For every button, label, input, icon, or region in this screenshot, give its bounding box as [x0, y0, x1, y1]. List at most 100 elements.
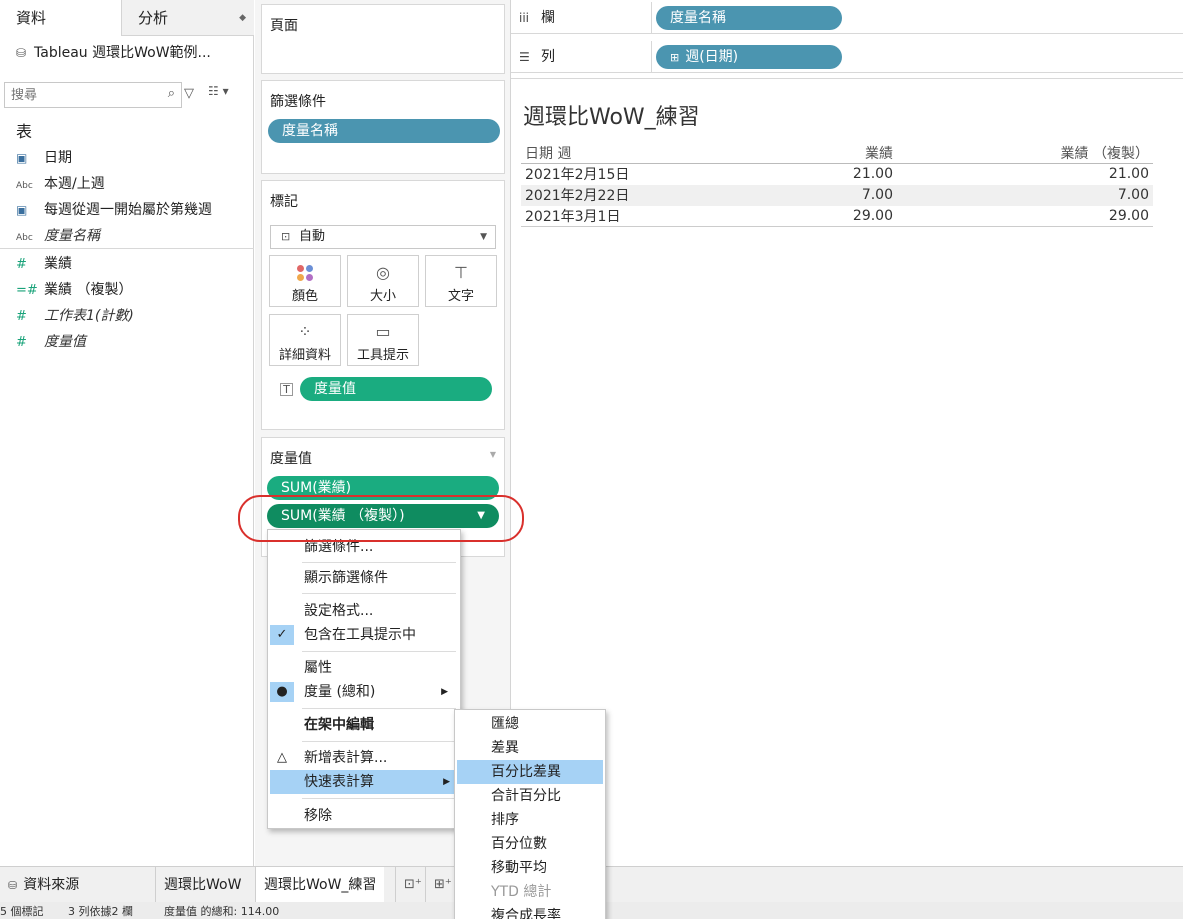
value-cell[interactable]: 7.00	[731, 184, 897, 206]
filters-card[interactable]: 篩選條件 度量名稱	[261, 80, 505, 174]
marks-card-title: 標記	[270, 194, 298, 210]
field-item[interactable]: Abc 本週/上週	[16, 171, 252, 197]
calc-number-type-icon: =#	[16, 283, 38, 298]
submenu-item-ytd-total: YTD 總計	[491, 884, 552, 900]
search-input[interactable]	[5, 83, 155, 107]
divider	[0, 248, 254, 249]
filter-pill-measure-names[interactable]: 度量名稱	[268, 119, 500, 143]
number-type-icon: #	[16, 309, 27, 324]
size-button[interactable]: ◎ 大小	[347, 255, 419, 307]
header-sales[interactable]: 業績	[731, 143, 897, 164]
color-button[interactable]: 顏色	[269, 255, 341, 307]
field-item[interactable]: # 業績	[16, 251, 252, 277]
detail-button[interactable]: ⁘ 詳細資料	[269, 314, 341, 366]
submenu-item-difference[interactable]: 差異	[457, 736, 603, 760]
field-item[interactable]: ▣ 日期	[16, 145, 252, 171]
size-button-label: 大小	[369, 289, 396, 304]
tab-sheet-wow-practice[interactable]: 週環比WoW_練習	[255, 867, 385, 903]
date-icon: ▣	[16, 151, 28, 165]
text-button-label: 文字	[447, 289, 474, 304]
menu-item-remove[interactable]: 移除	[268, 804, 460, 828]
pages-card-title: 頁面	[270, 18, 298, 34]
tab-analysis[interactable]: 分析 ◆	[122, 0, 254, 36]
menu-item-measure-sum[interactable]: ● 度量 (總和) ▶	[268, 680, 460, 704]
value-cell[interactable]: 29.00	[731, 205, 897, 227]
measure-values-card-title: 度量值	[270, 451, 312, 467]
field-label: 業績 （複製）	[44, 282, 133, 298]
menu-item-quick-table-calc[interactable]: 快速表計算 ▶	[270, 770, 456, 794]
field-label: 日期	[44, 150, 72, 166]
chevron-down-icon[interactable]: ▼	[490, 450, 496, 459]
field-item[interactable]: Abc 度量名稱	[16, 223, 252, 249]
week-cell[interactable]: 2021年2月15日	[521, 164, 731, 185]
value-cell[interactable]: 21.00	[897, 164, 1153, 185]
view-options-icon[interactable]: ☷ ▾	[208, 84, 229, 98]
menu-separator	[302, 593, 456, 594]
check-icon: ✓	[270, 625, 294, 645]
date-icon: ▣	[16, 203, 28, 217]
columns-pill-measure-names[interactable]: 度量名稱	[656, 6, 842, 30]
datasource-item[interactable]: ⛁ Tableau 週環比WoW範例...	[16, 40, 211, 66]
search-icon[interactable]: ⌕	[168, 86, 175, 101]
submenu-item-running-total[interactable]: 匯總	[457, 712, 603, 736]
menu-item-attribute[interactable]: 屬性	[268, 656, 460, 680]
updown-arrows-icon: ◆	[239, 13, 246, 23]
field-item[interactable]: # 度量值	[16, 329, 252, 355]
tab-sheet-wow[interactable]: 週環比WoW	[155, 867, 249, 903]
status-rows-cols: 3 列依據2 欄	[68, 905, 133, 918]
tooltip-button[interactable]: ▭ 工具提示	[347, 314, 419, 366]
columns-shelf-drop[interactable]: 度量名稱	[651, 2, 1183, 34]
radio-dot-icon: ●	[270, 682, 294, 702]
field-label: 業績	[44, 256, 72, 272]
mark-type-select[interactable]: ⊡ 自動 ▼	[270, 225, 496, 249]
size-icon: ◎	[376, 263, 390, 282]
field-item[interactable]: # 工作表1(計數)	[16, 303, 252, 329]
tab-datasource[interactable]: ⛁ 資料來源	[0, 867, 87, 903]
submenu-item-percent-difference[interactable]: 百分比差異	[457, 760, 603, 784]
menu-item-edit-in-shelf[interactable]: 在架中編輯	[268, 713, 460, 737]
filter-icon[interactable]: ▽	[184, 86, 194, 101]
datasource-name: Tableau 週環比WoW範例...	[34, 45, 211, 61]
week-cell[interactable]: 2021年3月1日	[521, 205, 731, 227]
field-item[interactable]: ▣ 每週從週一開始屬於第幾週	[16, 197, 252, 223]
text-button[interactable]: ⊤ 文字	[425, 255, 497, 307]
datasource-icon: ⛁	[8, 879, 18, 892]
menu-item-add-table-calc[interactable]: △ 新增表計算...	[268, 746, 460, 770]
expand-plus-icon[interactable]: ⊞	[670, 51, 679, 64]
marks-pill-measure-values[interactable]: 度量值	[300, 377, 492, 401]
table-row: 2021年2月22日 7.00 7.00	[521, 184, 1153, 206]
value-cell[interactable]: 29.00	[897, 205, 1153, 227]
field-search[interactable]: ⌕	[4, 82, 182, 108]
header-week[interactable]: 日期 週	[521, 143, 731, 164]
value-cell[interactable]: 7.00	[897, 184, 1153, 206]
view-area: 週環比WoW_練習 日期 週 業績 業績 （複製） 2021年2月15日 21.…	[511, 78, 1183, 858]
submenu-item-compound-growth[interactable]: 複合成長率	[457, 904, 603, 919]
crosstab-table: 日期 週 業績 業績 （複製） 2021年2月15日 21.00 21.00 2…	[521, 143, 1153, 227]
rows-shelf-drop[interactable]: ⊞ 週(日期)	[651, 41, 1183, 73]
submenu-item-moving-average[interactable]: 移動平均	[457, 856, 603, 880]
field-label: 度量值	[44, 334, 86, 350]
table-row: 2021年3月1日 29.00 29.00	[521, 205, 1153, 227]
field-label: 每週從週一開始屬於第幾週	[44, 202, 212, 218]
annotation-highlight-ring	[238, 495, 524, 542]
field-item[interactable]: =# 業績 （複製）	[16, 277, 252, 303]
filters-card-title: 篩選條件	[270, 94, 326, 110]
pages-card[interactable]: 頁面	[261, 4, 505, 74]
columns-shelf[interactable]: iii 欄 度量名稱	[511, 2, 1183, 34]
header-sales-copy[interactable]: 業績 （複製）	[897, 143, 1153, 164]
delta-icon: △	[277, 750, 287, 765]
submenu-item-percentile[interactable]: 百分位數	[457, 832, 603, 856]
submenu-item-percent-of-total[interactable]: 合計百分比	[457, 784, 603, 808]
tab-data[interactable]: 資料	[0, 0, 122, 36]
status-sum: 度量值 的總和: 114.00	[164, 905, 280, 918]
submenu-item-rank[interactable]: 排序	[457, 808, 603, 832]
week-cell[interactable]: 2021年2月22日	[521, 184, 731, 206]
section-title-tables: 表	[16, 122, 33, 141]
menu-item-show-filter[interactable]: 顯示篩選條件	[268, 566, 460, 590]
status-marks: 5 個標記	[0, 905, 44, 918]
rows-pill-week-date[interactable]: ⊞ 週(日期)	[656, 45, 842, 69]
menu-item-format[interactable]: 設定格式...	[268, 599, 460, 623]
value-cell[interactable]: 21.00	[731, 164, 897, 185]
rows-shelf[interactable]: ☰ 列 ⊞ 週(日期)	[511, 41, 1183, 73]
menu-item-include-tooltip[interactable]: ✓ 包含在工具提示中	[268, 623, 460, 647]
